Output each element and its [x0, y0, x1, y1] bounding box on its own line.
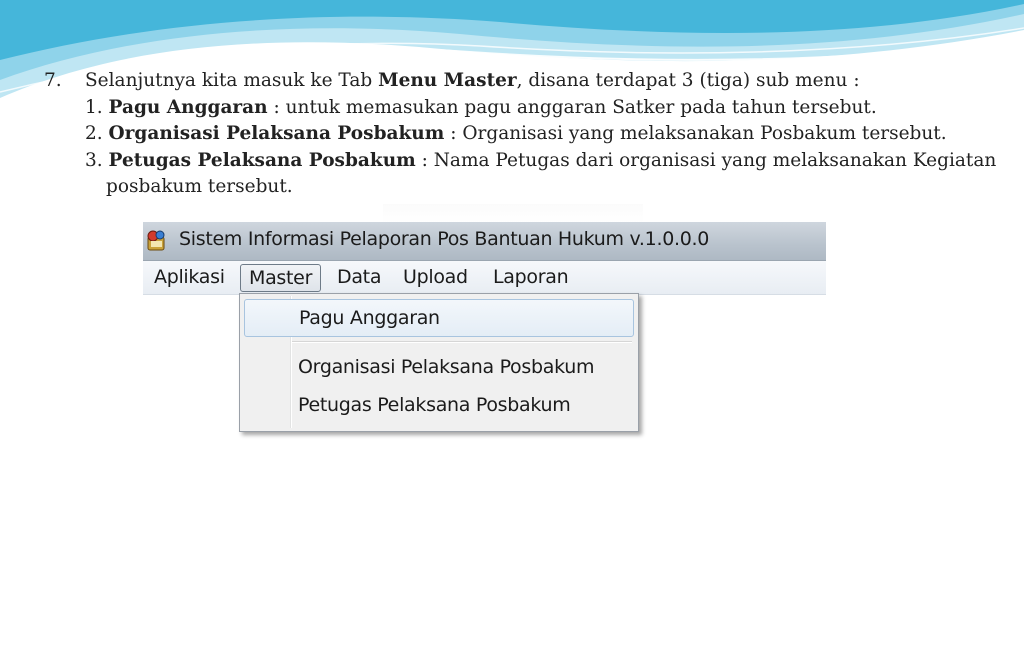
menu-item-petugas-pelaksana-posbakum[interactable]: Petugas Pelaksana Posbakum — [244, 387, 632, 423]
item-number: 1. — [85, 96, 103, 118]
menu-master[interactable]: Master — [240, 264, 322, 292]
step-intro: Selanjutnya kita masuk ke Tab Menu Maste… — [85, 68, 1015, 95]
step-number: 7. — [44, 70, 62, 91]
app-screenshot: Sistem Informasi Pelaporan Pos Bantuan H… — [143, 204, 826, 564]
menu-item-organisasi-pelaksana-posbakum[interactable]: Organisasi Pelaksana Posbakum — [244, 349, 632, 385]
item-name: Organisasi Pelaksana Posbakum — [108, 123, 445, 144]
window-titlebar: Sistem Informasi Pelaporan Pos Bantuan H… — [143, 222, 826, 261]
item-number: 3. — [85, 149, 103, 171]
app-logo-icon — [147, 230, 165, 251]
submenu-desc-3: 3. Petugas Pelaksana Posbakum : Nama Pet… — [85, 148, 1015, 175]
window-title: Sistem Informasi Pelaporan Pos Bantuan H… — [179, 228, 710, 250]
intro-bold: Menu Master — [378, 70, 517, 91]
item-number: 2. — [85, 123, 103, 144]
menu-item-label: Pagu Anggaran — [299, 307, 440, 329]
menu-item-label: Organisasi Pelaksana Posbakum — [298, 356, 595, 378]
menu-data[interactable]: Data — [329, 265, 389, 289]
menu-upload[interactable]: Upload — [395, 265, 476, 289]
screenshot-edge — [383, 204, 643, 224]
menu-aplikasi[interactable]: Aplikasi — [146, 265, 233, 289]
item-name: Pagu Anggaran — [108, 96, 268, 118]
submenu-desc-3-continuation: posbakum tersebut. — [106, 176, 293, 197]
step-body: Selanjutnya kita masuk ke Tab Menu Maste… — [85, 68, 1015, 201]
menu-item-label: Petugas Pelaksana Posbakum — [298, 394, 571, 416]
item-description: : Nama Petugas dari organisasi yang mela… — [415, 149, 997, 171]
menu-bar: Aplikasi Master Data Upload Laporan — [143, 261, 826, 295]
item-description: : Organisasi yang melaksanakan Posbakum … — [444, 123, 947, 144]
menu-item-pagu-anggaran[interactable]: Pagu Anggaran — [244, 299, 634, 337]
intro-text: Selanjutnya kita masuk ke Tab — [85, 70, 379, 91]
menu-laporan[interactable]: Laporan — [485, 265, 576, 289]
submenu-desc-1: 1. Pagu Anggaran : untuk memasukan pagu … — [85, 95, 1015, 122]
intro-text-end: , disana terdapat 3 (tiga) sub menu : — [516, 70, 860, 91]
submenu-desc-2: 2. Organisasi Pelaksana Posbakum : Organ… — [85, 121, 1015, 148]
master-dropdown-menu: Pagu Anggaran Organisasi Pelaksana Posba… — [239, 293, 639, 432]
menu-separator — [292, 341, 632, 343]
item-name: Petugas Pelaksana Posbakum — [108, 149, 416, 171]
item-description: : untuk memasukan pagu anggaran Satker p… — [267, 96, 877, 118]
